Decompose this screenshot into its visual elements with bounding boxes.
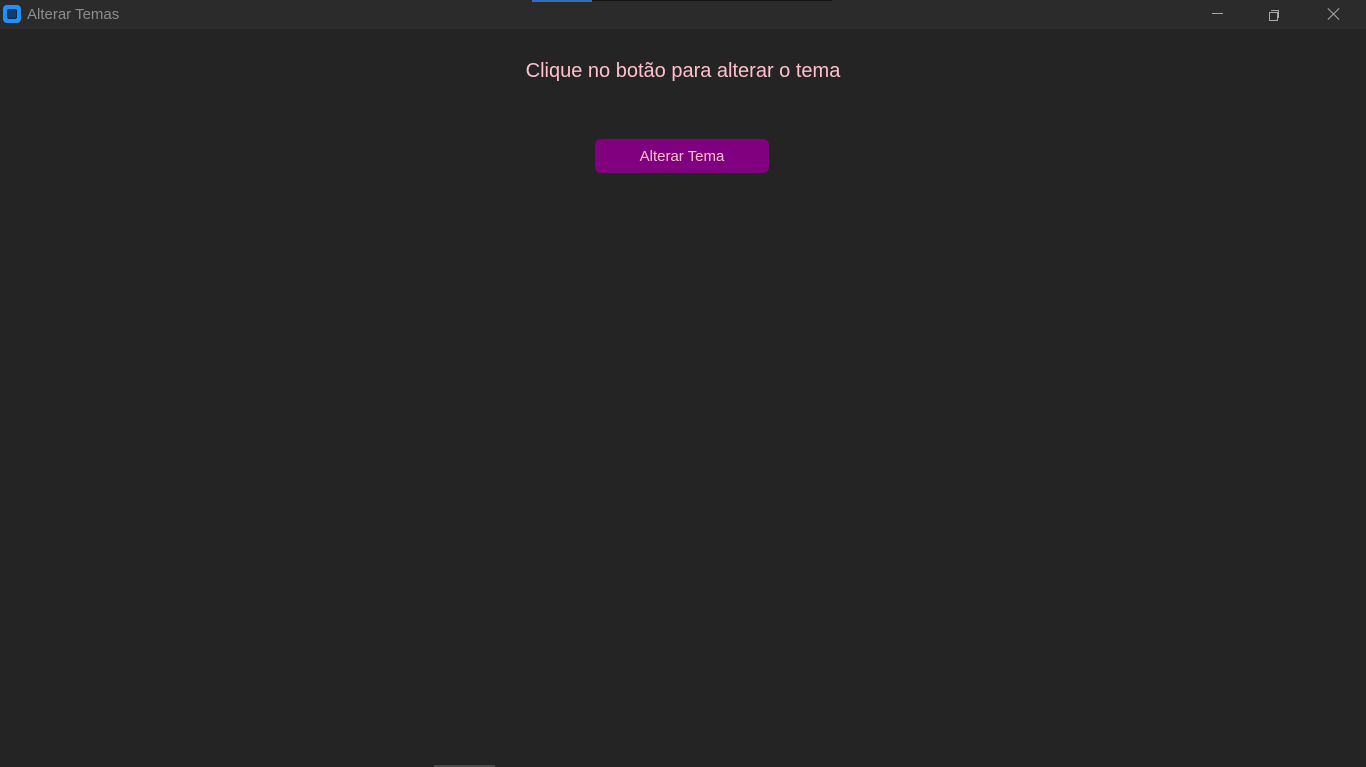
change-theme-button[interactable]: Alterar Tema [595, 139, 769, 173]
title-bar[interactable]: Alterar Temas [0, 0, 1366, 29]
app-window: Alterar Temas Clique no botão para alter… [0, 0, 1366, 767]
restore-icon [1269, 9, 1279, 21]
prompt-label: Clique no botão para alterar o tema [525, 60, 841, 82]
top-indicator [532, 0, 592, 2]
minimize-button[interactable] [1194, 0, 1240, 29]
close-button[interactable] [1311, 0, 1357, 29]
top-indicator-track [592, 0, 832, 1]
restore-button[interactable] [1251, 0, 1297, 29]
app-window-icon [3, 5, 21, 23]
window-title: Alterar Temas [27, 6, 120, 23]
main-content: Clique no botão para alterar o tema Alte… [0, 29, 1366, 767]
close-icon [1327, 7, 1341, 21]
minimize-icon [1211, 13, 1223, 14]
